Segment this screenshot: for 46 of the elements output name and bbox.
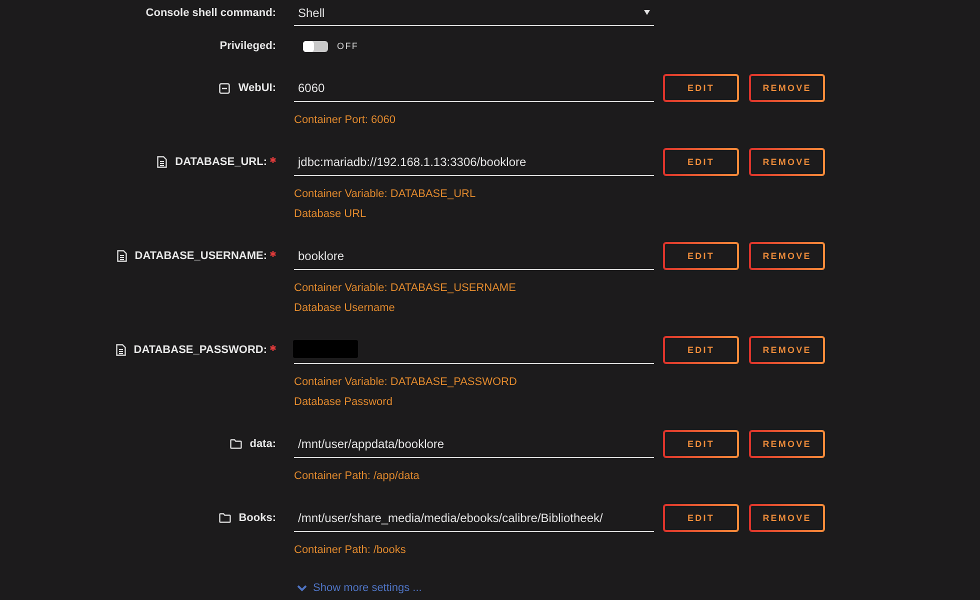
document-icon bbox=[116, 250, 127, 262]
caret-icon bbox=[644, 10, 650, 15]
remove-button[interactable]: REMOVE bbox=[749, 336, 825, 364]
help-text: Database Username bbox=[294, 301, 396, 316]
help-text: Container Variable: DATABASE_PASSWORD bbox=[294, 375, 518, 390]
chevron-down-icon bbox=[297, 584, 307, 592]
text-field[interactable]: /mnt/user/appdata/booklore bbox=[294, 430, 654, 458]
text-field[interactable]: /mnt/user/share_media/media/ebooks/calibre/Bibliotheek/ bbox=[294, 504, 654, 532]
remove-button[interactable]: REMOVE bbox=[749, 504, 825, 532]
help-text: Container Path: /app/data bbox=[294, 469, 420, 484]
help-text: Database URL bbox=[294, 207, 368, 222]
help-text: Database Password bbox=[294, 395, 394, 410]
document-icon bbox=[116, 344, 126, 356]
field-label: Privileged: bbox=[220, 40, 276, 52]
toggle-switch[interactable] bbox=[303, 40, 328, 52]
minus-square-icon bbox=[219, 82, 230, 94]
help-text: Container Variable: DATABASE_USERNAME bbox=[294, 281, 517, 296]
remove-button[interactable]: REMOVE bbox=[749, 74, 825, 102]
edit-button[interactable]: EDIT bbox=[663, 430, 739, 458]
help-text: Container Port: 6060 bbox=[294, 113, 397, 128]
text-field[interactable]: 6060 bbox=[294, 74, 654, 102]
field-label: WebUI: bbox=[238, 82, 276, 94]
field-label: Console shell command: bbox=[146, 7, 276, 19]
remove-button[interactable]: REMOVE bbox=[749, 148, 825, 176]
field-label: data: bbox=[250, 438, 276, 450]
text-field[interactable]: jdbc:mariadb://192.168.1.13:3306/booklore bbox=[294, 148, 654, 176]
remove-button[interactable]: REMOVE bbox=[749, 242, 825, 270]
edit-button[interactable]: EDIT bbox=[663, 336, 739, 364]
edit-button[interactable]: EDIT bbox=[663, 148, 739, 176]
edit-button[interactable]: EDIT bbox=[663, 74, 739, 102]
field-label: Books: bbox=[238, 512, 276, 524]
field-label: DATABASE_USERNAME: bbox=[134, 250, 267, 262]
remove-button[interactable]: REMOVE bbox=[749, 430, 825, 458]
field-label: DATABASE_URL: bbox=[175, 156, 267, 168]
edit-button[interactable]: EDIT bbox=[663, 504, 739, 532]
help-text: Container Variable: DATABASE_URL bbox=[294, 187, 477, 202]
edit-button[interactable]: EDIT bbox=[663, 242, 739, 270]
text-field[interactable]: booklore bbox=[294, 242, 654, 270]
shell-dropdown[interactable]: Shell bbox=[294, 0, 654, 26]
folder-icon bbox=[230, 439, 242, 449]
show-more-link[interactable]: Show more settings ... bbox=[294, 578, 422, 598]
help-text: Container Path: /books bbox=[294, 543, 407, 558]
toggle-state-label: OFF bbox=[337, 41, 359, 51]
document-icon bbox=[157, 156, 168, 168]
folder-icon bbox=[218, 513, 231, 523]
field-label: DATABASE_PASSWORD: bbox=[134, 344, 267, 356]
